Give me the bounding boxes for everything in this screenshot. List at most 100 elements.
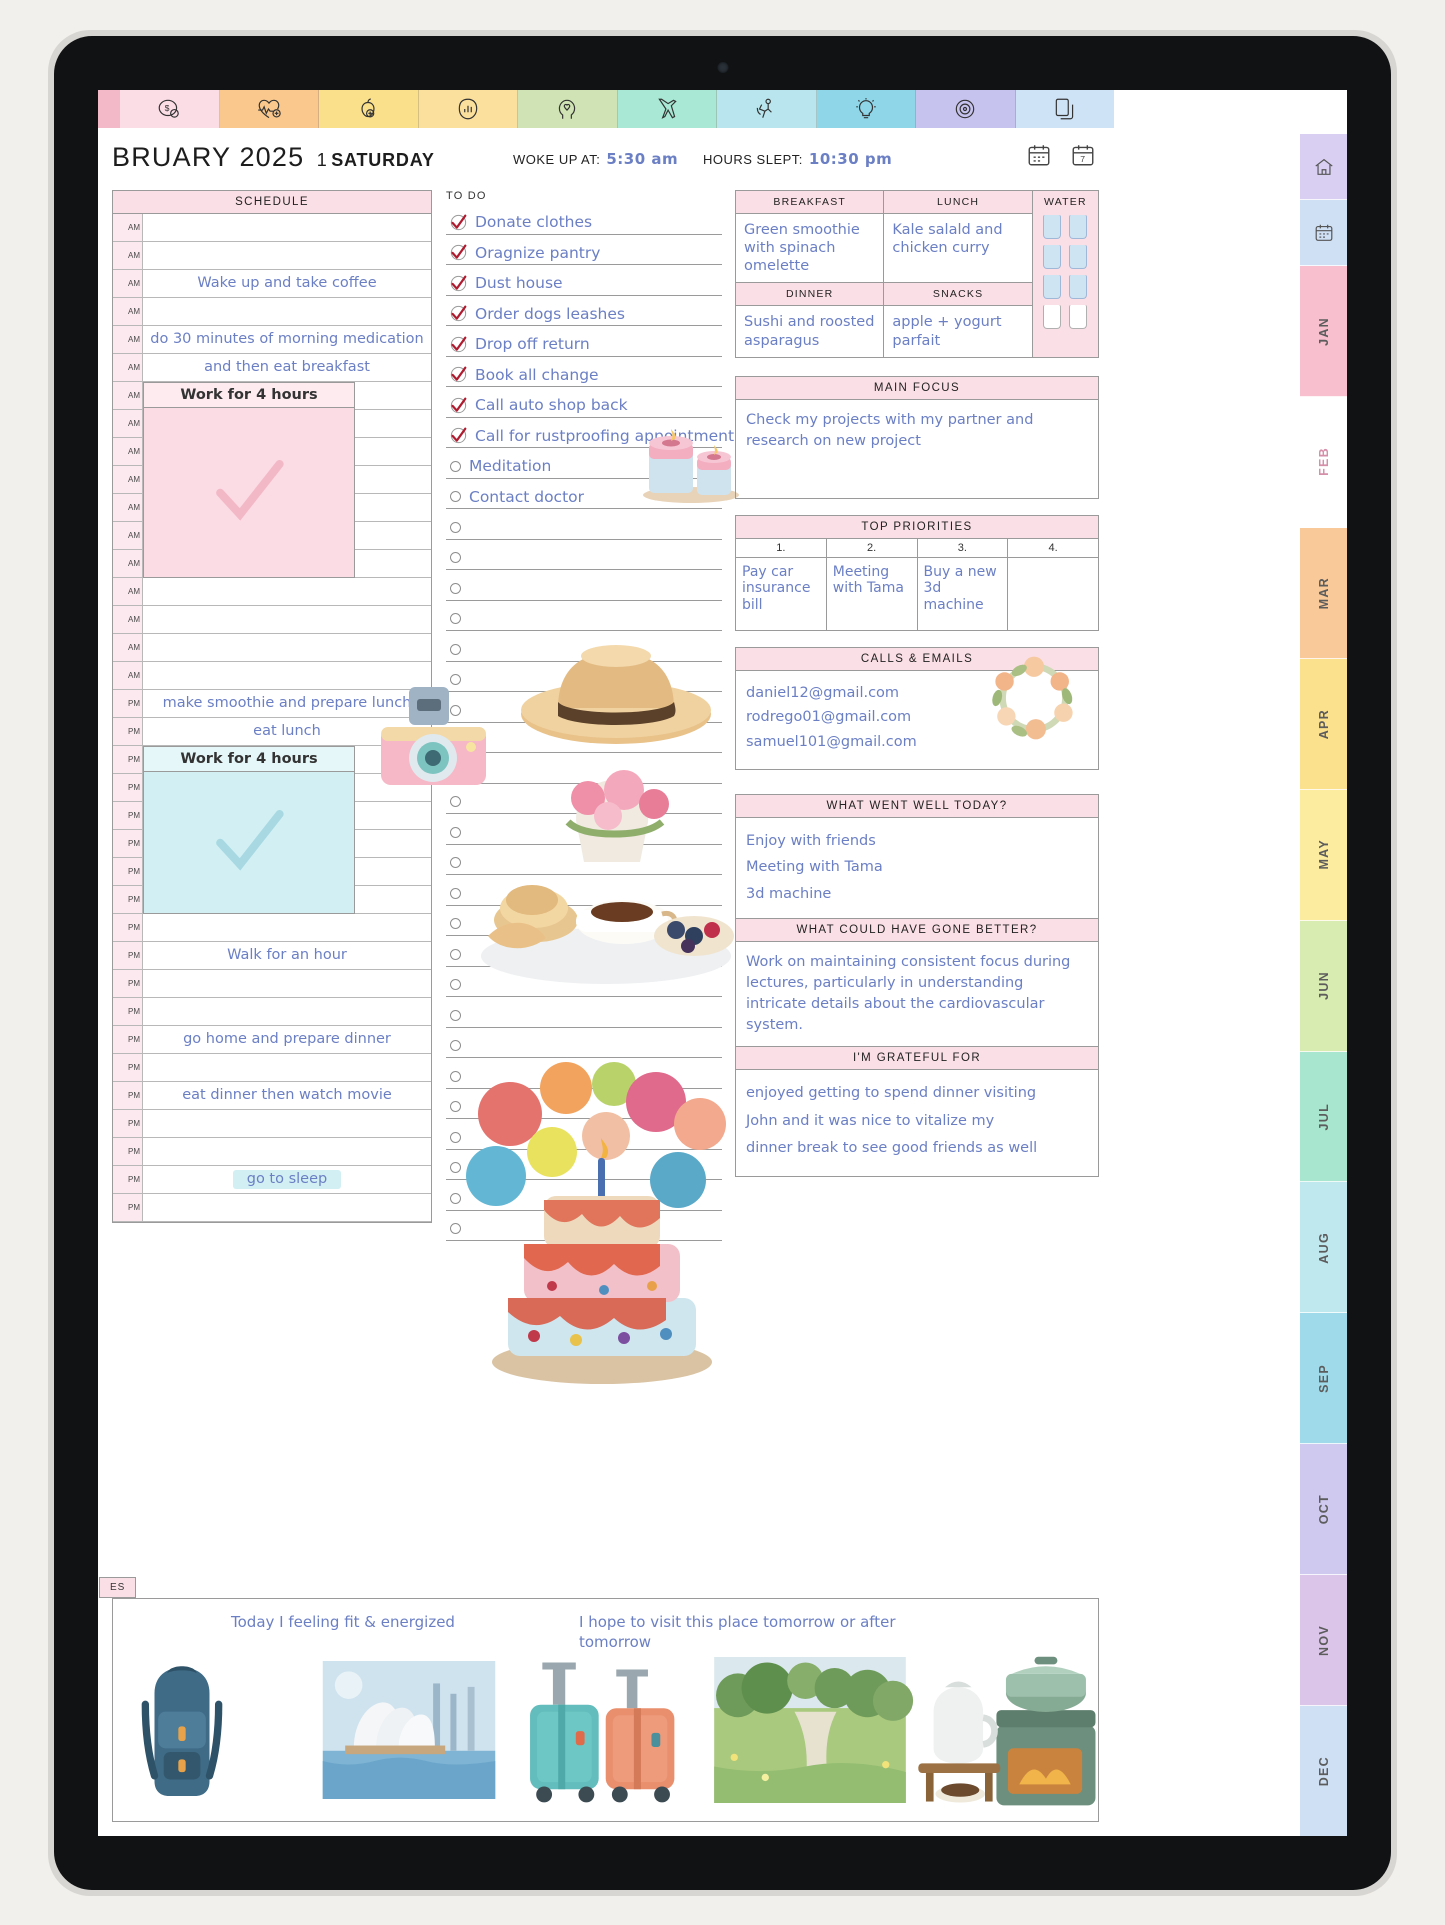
checkbox-empty-icon[interactable] <box>450 887 461 899</box>
priority-item[interactable] <box>1008 558 1098 630</box>
month-tab-jul[interactable]: JUL <box>1300 1051 1347 1183</box>
month-tab-mar[interactable]: MAR <box>1300 527 1347 659</box>
checkbox-checked-icon[interactable] <box>450 244 467 264</box>
schedule-entry[interactable] <box>143 858 431 885</box>
schedule-row[interactable]: AM <box>113 466 431 494</box>
schedule-row[interactable]: AM <box>113 242 431 270</box>
schedule-row[interactable]: AM <box>113 606 431 634</box>
checkbox-checked-icon[interactable] <box>450 305 467 325</box>
checkbox-empty-icon[interactable] <box>450 552 461 563</box>
schedule-row[interactable]: AM <box>113 382 431 410</box>
priority-item[interactable]: Buy a new 3d machine <box>918 557 1009 630</box>
feeling-note[interactable]: Today I feeling fit & energized <box>231 1613 455 1633</box>
checkbox-empty-icon[interactable] <box>450 796 461 807</box>
checkbox-empty-icon[interactable] <box>450 643 461 655</box>
schedule-row[interactable]: PM <box>113 998 431 1026</box>
category-tab-fitness[interactable] <box>717 90 817 128</box>
schedule-entry[interactable]: Walk for an hour <box>143 942 431 969</box>
month-tab-jan[interactable]: JAN <box>1300 266 1347 397</box>
category-tab-health[interactable] <box>219 90 319 128</box>
schedule-entry[interactable] <box>143 1054 431 1081</box>
checkbox-empty-icon[interactable] <box>450 948 461 960</box>
schedule-entry[interactable]: go home and prepare dinner <box>143 1026 431 1053</box>
schedule-row[interactable]: PM <box>113 1138 431 1166</box>
month-tab-feb[interactable]: FEB <box>1300 396 1347 528</box>
rail-calendar-button[interactable] <box>1300 200 1347 266</box>
schedule-entry[interactable] <box>143 578 431 605</box>
gone-better-body[interactable]: Work on maintaining consistent focus dur… <box>736 942 1098 1046</box>
breakfast-value[interactable]: Green smoothie with spinach omelette <box>734 212 885 284</box>
category-tab-habits[interactable] <box>418 90 518 128</box>
category-tab-mind[interactable] <box>518 90 618 128</box>
hours-slept-value[interactable]: 10:30 pm <box>809 150 892 168</box>
schedule-entry[interactable]: and then eat breakfast <box>143 354 431 381</box>
grateful-body[interactable]: enjoyed getting to spend dinner visiting… <box>736 1070 1098 1176</box>
checkbox-checked-icon[interactable] <box>450 214 467 234</box>
category-tab-finance[interactable]: $ <box>120 90 220 128</box>
todo-item[interactable] <box>446 997 722 1028</box>
schedule-entry[interactable] <box>143 466 431 493</box>
schedule-row[interactable]: PM Walk for an hour <box>113 942 431 970</box>
main-focus-body[interactable]: Check my projects with my partner and re… <box>736 400 1098 498</box>
schedule-row[interactable]: AM <box>113 298 431 326</box>
schedule-row[interactable]: PM <box>113 970 431 998</box>
schedule-row[interactable]: PM <box>113 1194 431 1222</box>
schedule-entry[interactable]: do 30 minutes of morning medication <box>143 326 431 353</box>
checkbox-empty-icon[interactable] <box>450 460 461 472</box>
schedule-entry[interactable] <box>143 606 431 633</box>
dinner-value[interactable]: Sushi and roosted asparagus <box>734 305 885 358</box>
month-tab-sep[interactable]: SEP <box>1300 1313 1347 1445</box>
checkbox-empty-icon[interactable] <box>450 521 461 533</box>
month-tab-jun[interactable]: JUN <box>1300 920 1347 1052</box>
schedule-entry[interactable] <box>143 382 431 409</box>
water-glass-icon[interactable] <box>1069 275 1087 299</box>
schedule-row[interactable]: AM <box>113 410 431 438</box>
todo-item[interactable] <box>446 509 722 540</box>
schedule-entry[interactable]: Wake up and take coffee <box>143 270 431 297</box>
schedule-entry[interactable] <box>143 1194 431 1221</box>
water-glass-icon[interactable] <box>1069 215 1087 239</box>
todo-item[interactable]: Oragnize pantry <box>446 235 722 265</box>
schedule-entry[interactable]: eat dinner then watch movie <box>143 1082 431 1109</box>
schedule-row[interactable]: AM <box>113 438 431 466</box>
calendar-icon[interactable] <box>1026 142 1052 168</box>
water-glass-icon[interactable] <box>1043 305 1061 329</box>
category-tab-nutrition[interactable] <box>319 90 419 128</box>
todo-item[interactable]: Drop off return <box>446 326 722 357</box>
schedule-row[interactable]: AM Wake up and take coffee <box>113 270 431 298</box>
schedule-entry[interactable] <box>143 298 431 325</box>
bottom-tab-label[interactable]: ES <box>99 1577 137 1598</box>
calendar-week-icon[interactable]: 7 <box>1070 142 1096 168</box>
todo-item[interactable]: Donate clothes <box>446 204 722 235</box>
water-glass-icon[interactable] <box>1069 245 1087 269</box>
checkbox-checked-icon[interactable] <box>450 397 467 417</box>
schedule-row[interactable]: PM <box>113 914 431 942</box>
water-glass-icon[interactable] <box>1043 245 1061 269</box>
category-tab-travel[interactable] <box>617 90 717 128</box>
lunch-value[interactable]: Kale salald and chicken curry <box>883 212 1033 284</box>
snacks-value[interactable]: apple + yogurt parfait <box>883 305 1033 358</box>
checkbox-empty-icon[interactable] <box>450 826 461 838</box>
schedule-entry[interactable] <box>143 886 431 913</box>
schedule-row[interactable]: AM <box>113 494 431 522</box>
checkbox-empty-icon[interactable] <box>450 1009 461 1021</box>
schedule-row[interactable]: PM <box>113 802 431 830</box>
schedule-row[interactable]: AM <box>113 550 431 578</box>
todo-item[interactable]: Dust house <box>446 265 722 296</box>
checkbox-empty-icon[interactable] <box>450 491 461 502</box>
schedule-entry[interactable] <box>143 410 431 437</box>
priority-item[interactable]: Meeting with Tama <box>827 557 918 630</box>
schedule-row[interactable]: PM <box>113 1054 431 1082</box>
checkbox-checked-icon[interactable] <box>450 366 467 386</box>
schedule-entry[interactable] <box>143 550 431 577</box>
todo-item[interactable] <box>446 601 722 631</box>
water-glass-icon[interactable] <box>1069 305 1087 329</box>
schedule-row[interactable]: AM and then eat breakfast <box>113 354 431 382</box>
went-well-body[interactable]: Enjoy with friends Meeting with Tama 3d … <box>736 818 1098 918</box>
schedule-row[interactable]: PM go to sleep <box>113 1166 431 1194</box>
water-glass-icon[interactable] <box>1043 275 1061 299</box>
schedule-entry[interactable] <box>143 522 431 549</box>
schedule-entry[interactable] <box>143 242 431 269</box>
water-glass-icon[interactable] <box>1043 215 1061 239</box>
schedule-row[interactable]: PM <box>113 1110 431 1138</box>
